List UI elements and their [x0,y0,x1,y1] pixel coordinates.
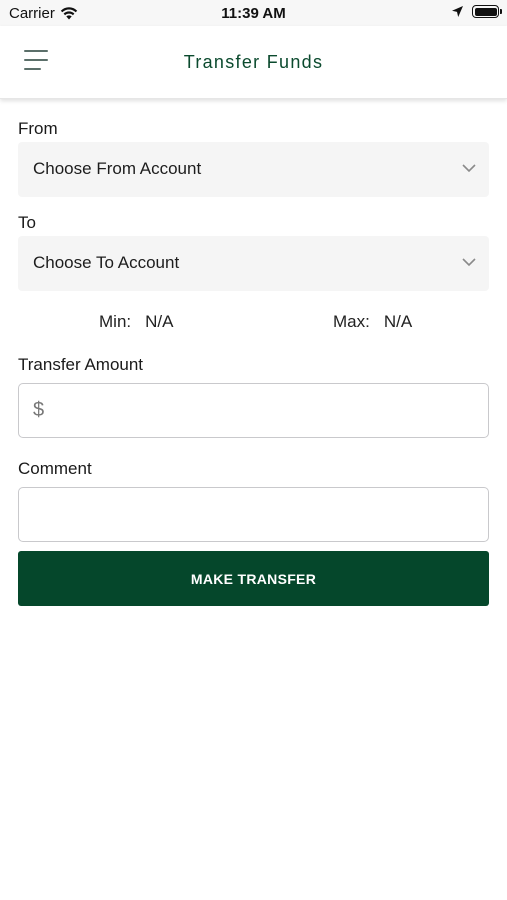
nav-header: Transfer Funds [0,26,507,99]
chevron-down-icon [462,164,476,173]
min-limit: Min: N/A [99,312,173,332]
comment-input[interactable] [31,488,478,541]
location-arrow-icon [452,6,463,17]
comment-field[interactable] [18,487,489,542]
battery-icon [472,5,502,18]
transfer-amount-field[interactable]: $ [18,383,489,438]
page-title: Transfer Funds [183,52,324,72]
from-account-select[interactable]: Choose From Account [18,142,489,197]
comment-label: Comment [18,459,92,478]
currency-prefix: $ [33,399,45,421]
to-account-select[interactable]: Choose To Account [18,236,489,291]
from-label: From [18,119,58,138]
to-label: To [18,213,36,232]
transfer-amount-label: Transfer Amount [18,355,144,374]
max-label: Max: [333,312,370,331]
to-account-value: Choose To Account [33,253,180,272]
max-limit: Max: N/A [333,312,412,332]
chevron-down-icon [462,258,476,267]
transfer-funds-screen: Carrier 11:39 AM Transfer Funds From Cho… [0,0,507,900]
transfer-amount-input[interactable] [55,384,478,437]
status-right-group [451,5,502,18]
from-account-value: Choose From Account [33,159,202,178]
min-value: N/A [145,312,174,331]
status-bar: Carrier 11:39 AM [0,0,507,26]
status-time: 11:39 AM [221,5,286,22]
make-transfer-button[interactable]: MAKE TRANSFER [18,551,489,606]
max-value: N/A [383,312,413,331]
min-label: Min: [99,312,132,331]
